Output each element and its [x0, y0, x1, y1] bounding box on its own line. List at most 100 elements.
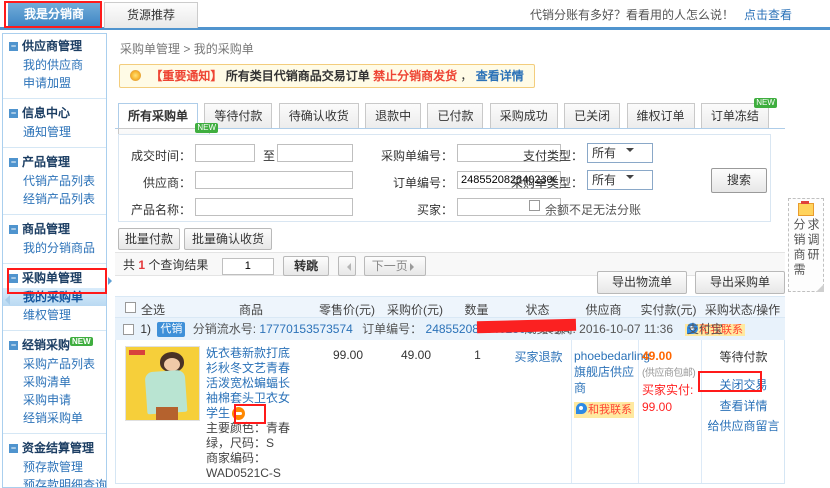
quantity: 1: [449, 348, 506, 362]
supplier-label: 供应商：: [119, 174, 191, 191]
sidebar-section-supplier-mgmt[interactable]: −供应商管理: [3, 36, 106, 56]
purchase-price: 49.00: [383, 348, 449, 362]
product-attrs: 主要颜色：青春绿，尺码：S: [206, 421, 300, 451]
next-page-button[interactable]: 下一页: [364, 256, 426, 276]
op-status: 等待付款: [703, 348, 784, 365]
sidebar-item-dealer-product-list[interactable]: 经销产品列表: [3, 190, 106, 208]
chevron-down-icon: [626, 175, 634, 183]
sidebar-item-my-distribution-goods[interactable]: 我的分销商品: [3, 239, 106, 257]
sidebar-section-product-mgmt[interactable]: −产品管理: [3, 152, 106, 172]
wangwang-icon: [576, 403, 587, 414]
collapse-icon: −: [9, 109, 18, 118]
batch-pay-button[interactable]: 批量付款: [118, 228, 180, 250]
page: 我是分销商 货源推荐 代销分账有多好？看看用的人怎么说！ 点击查看 −供应商管理…: [0, 0, 830, 488]
sidebar-item-purchase-apply[interactable]: 采购申请: [3, 391, 106, 409]
collapse-icon: −: [9, 225, 18, 234]
notice-detail-link[interactable]: 查看详情: [476, 69, 524, 83]
order-row-no: 1): [140, 322, 151, 336]
new-badge: NEW: [754, 98, 777, 108]
new-badge: NEW: [195, 123, 218, 133]
operations-cell: 等待付款 关闭交易 查看详情 给供应商留言: [703, 340, 784, 484]
sidebar-item-purchase-list[interactable]: 采购清单: [3, 373, 106, 391]
po-number-label: 采购单编号：: [369, 147, 453, 164]
sidebar-section-fund-settlement[interactable]: −资金结算管理: [3, 438, 106, 458]
product-info-cell: 妩衣巷新款打底衫秋冬文艺青春活泼宽松蝙蝠长袖棉套头卫衣女学生 主要颜色：青春绿，…: [206, 346, 300, 481]
breadcrumb-current: 我的采购单: [194, 42, 254, 56]
search-button[interactable]: 搜索: [711, 168, 767, 193]
supplier-name-link[interactable]: phoebedarling: [574, 349, 650, 363]
product-name-input[interactable]: [195, 198, 353, 216]
select-all-checkbox[interactable]: [125, 302, 136, 313]
model-figure: [156, 407, 178, 421]
col-operations: 采购状态/操作: [700, 301, 785, 318]
sidebar-collapse-icon[interactable]: [0, 295, 10, 305]
pay-type-label: 支付类型：: [511, 147, 583, 164]
export-logistics-button[interactable]: 导出物流单: [597, 271, 687, 294]
note-icon: [798, 203, 814, 216]
product-title-link[interactable]: 妩衣巷新款打底衫秋冬文艺青春活泼宽松蝙蝠长袖棉套头卫衣女学生: [206, 346, 290, 420]
supplier-input[interactable]: [195, 171, 353, 189]
pay-type-select[interactable]: 所有: [587, 143, 653, 163]
jump-button[interactable]: 转跳: [283, 256, 329, 276]
prev-page-button[interactable]: [338, 256, 356, 276]
deal-time-to-input[interactable]: [277, 144, 353, 162]
order-no-label: 订单编号：: [362, 322, 422, 336]
brand-logo: [129, 350, 145, 355]
promo-text: 代销分账有多好？看看用的人怎么说！: [530, 6, 734, 23]
sidebar-item-purchase-product-list[interactable]: 采购产品列表: [3, 355, 106, 373]
message-supplier-link[interactable]: 给供应商留言: [703, 417, 784, 434]
sidebar-item-consign-product-list[interactable]: 代销产品列表: [3, 172, 106, 190]
batch-confirm-receipt-button[interactable]: 批量确认收货: [184, 228, 272, 250]
sidebar-item-notice-mgmt[interactable]: 通知管理: [3, 123, 106, 141]
order-checkbox[interactable]: [123, 324, 134, 335]
sidebar-section-info-center[interactable]: −信息中心: [3, 103, 106, 123]
top-tab-supply[interactable]: 货源推荐: [104, 2, 198, 28]
sidebar-section-goods-mgmt[interactable]: −商品管理: [3, 219, 106, 239]
tab-refunding[interactable]: 退款中: [365, 103, 421, 128]
tab-purchase-success[interactable]: 采购成功: [490, 103, 558, 128]
sidebar-section-po-mgmt[interactable]: −采购单管理: [3, 268, 106, 288]
sidebar-item-deposit-mgmt[interactable]: 预存款管理: [3, 458, 106, 476]
col-retail-price: 零售价(元): [312, 301, 382, 318]
po-type-select[interactable]: 所有: [587, 170, 653, 190]
sidebar-item-rights-mgmt[interactable]: 维权管理: [3, 306, 106, 324]
close-trade-link[interactable]: 关闭交易: [703, 376, 784, 393]
important-notice: 【重要通知】 所有类目代销商品交易订单 禁止分销商发货 ， 查看详情: [119, 64, 535, 88]
supplier-contact-link[interactable]: 和我联系: [574, 402, 634, 418]
sidebar-item-dealer-po[interactable]: 经销采购单: [3, 409, 106, 427]
deal-time-from-input[interactable]: [195, 144, 255, 162]
tab-paid[interactable]: 已付款: [427, 103, 483, 128]
sidebar-item-apply-join[interactable]: 申请加盟: [3, 74, 106, 92]
export-purchase-button[interactable]: 导出采购单: [695, 271, 785, 294]
promo-link[interactable]: 点击查看: [744, 6, 792, 23]
result-count: 1: [138, 258, 145, 272]
product-thumbnail[interactable]: [125, 346, 200, 421]
sidebar-item-my-purchase-orders[interactable]: 我的采购单: [3, 288, 106, 306]
tab-frozen-orders[interactable]: 订单冻结NEW: [701, 103, 769, 128]
sidebar-popout-arrow-icon: [108, 277, 116, 285]
tab-awaiting-receipt[interactable]: 待确认收货: [279, 103, 359, 128]
breadcrumb-separator: >: [183, 42, 190, 56]
distributor-survey-note[interactable]: 分销商需求调研: [788, 198, 824, 292]
sidebar: −供应商管理 我的供应商 申请加盟 −信息中心 通知管理 −产品管理 代销产品列…: [2, 33, 107, 488]
sidebar-section-dealer-purchase[interactable]: −经销采购NEW: [3, 335, 106, 355]
tab-rights-orders[interactable]: 维权订单: [627, 103, 695, 128]
status-refund-link[interactable]: 买家退款: [506, 348, 571, 365]
result-total-suffix: 个查询结果: [148, 258, 208, 272]
view-detail-link[interactable]: 查看详情: [703, 397, 784, 414]
tab-closed[interactable]: 已关闭: [564, 103, 620, 128]
page-number-input[interactable]: [222, 258, 274, 275]
serial-number[interactable]: 17770153573574: [259, 322, 352, 336]
top-tab-distributor[interactable]: 我是分销商: [8, 2, 100, 27]
deal-time-label: 成交时间：: [119, 147, 191, 164]
sidebar-item-deposit-detail[interactable]: 预存款明细查询: [3, 476, 106, 488]
buyer-label: 买家：: [369, 201, 453, 218]
balance-checkbox[interactable]: [529, 200, 540, 211]
column-divider: [701, 340, 702, 483]
col-supplier: 供应商: [570, 301, 637, 318]
collapse-icon: −: [9, 158, 18, 167]
tab-all-orders[interactable]: 所有采购单: [118, 103, 198, 129]
sidebar-item-my-suppliers[interactable]: 我的供应商: [3, 56, 106, 74]
select-all-label: 全选: [141, 301, 165, 318]
supplier-type-link[interactable]: 旗舰店供应商: [574, 364, 640, 396]
